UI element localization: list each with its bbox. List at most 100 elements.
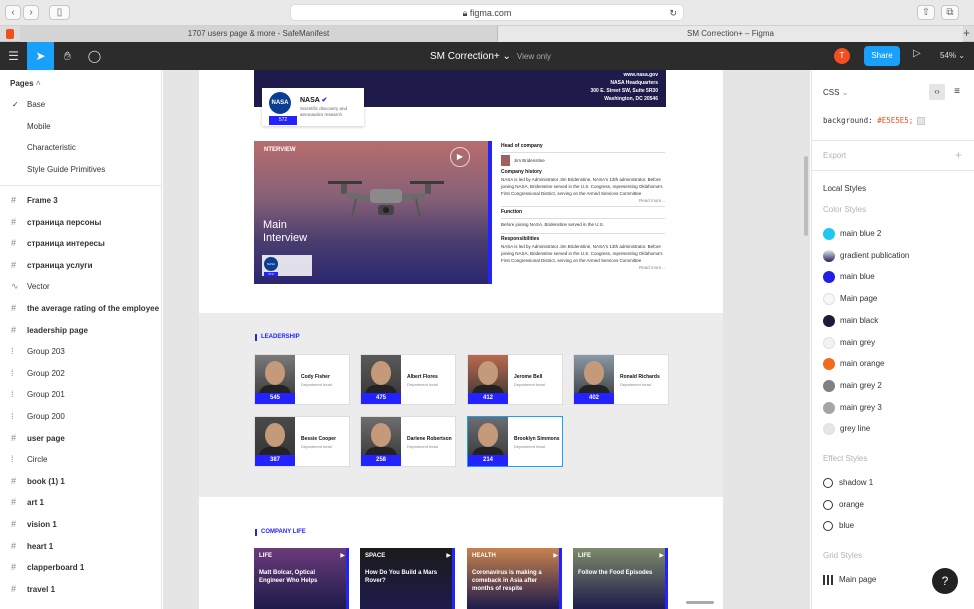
color-style-item[interactable]: main orange <box>823 358 884 371</box>
comment-tool-icon[interactable]: ◯ <box>81 42 108 70</box>
effect-style-item[interactable]: blue <box>823 520 854 532</box>
color-style-item[interactable]: grey line <box>823 423 870 436</box>
read-more-link[interactable]: Read more... <box>501 197 665 204</box>
layer-item[interactable]: # страница персоны <box>0 212 161 234</box>
leader-count: 214 <box>468 455 508 466</box>
forward-icon[interactable]: › <box>23 5 39 20</box>
leadership-label: LEADERSHIP <box>255 334 300 341</box>
color-style-item[interactable]: main grey 3 <box>823 401 882 414</box>
design-frame[interactable]: www.nasa.gov NASA Headquarters 300 E. St… <box>199 70 723 609</box>
accent-stripe <box>559 548 562 609</box>
company-address: www.nasa.gov NASA Headquarters 300 E. St… <box>590 71 658 103</box>
leader-card[interactable]: 475 Albert Flores Department head <box>360 354 456 405</box>
color-style-item[interactable]: main grey <box>823 336 875 349</box>
help-button[interactable]: ? <box>932 568 958 594</box>
leader-card[interactable]: 387 Bessie Cooper Department head <box>254 416 350 467</box>
play-icon[interactable]: ▶ <box>446 552 451 559</box>
hand-tool-icon[interactable]: ✋︎ <box>54 42 81 70</box>
horizontal-scrollbar[interactable] <box>686 601 714 604</box>
add-export-icon[interactable]: + <box>955 148 962 162</box>
life-card[interactable]: SPACE ▶ How Do You Build a Mars Rover? <box>360 548 455 609</box>
page-item-base[interactable]: ✓ Base <box>0 94 161 116</box>
layer-item[interactable]: # art 1 <box>0 492 161 514</box>
layer-item[interactable]: ⁞ Group 202 <box>0 363 161 385</box>
layer-item[interactable]: # heart 1 <box>0 536 161 558</box>
sidebar-icon[interactable]: ▯ <box>49 5 70 20</box>
page-item-style-guide[interactable]: Style Guide Primitives <box>0 159 161 181</box>
layer-item[interactable]: # Frame 3 <box>0 190 161 212</box>
leader-card[interactable]: 402 Ronald Richards Department head <box>573 354 669 405</box>
layer-item[interactable]: # user page <box>0 428 161 450</box>
layer-item[interactable]: ⁞ Group 200 <box>0 406 161 428</box>
play-icon[interactable]: ▶ <box>659 552 664 559</box>
leader-count: 258 <box>361 455 401 466</box>
color-style-item[interactable]: main blue 2 <box>823 228 881 240</box>
color-style-item[interactable]: gradient publication <box>823 249 909 262</box>
present-icon[interactable]: ▷ <box>913 48 921 59</box>
face-shape <box>584 361 604 385</box>
interview-tag: NTERVIEW <box>264 147 296 153</box>
effect-style-item[interactable]: orange <box>823 499 864 511</box>
layer-item[interactable]: # vision 1 <box>0 514 161 536</box>
leader-card[interactable]: 214 Brooklyn Simmons Department head <box>467 416 563 467</box>
canvas[interactable]: www.nasa.gov NASA Headquarters 300 E. St… <box>163 70 810 609</box>
leader-card[interactable]: 412 Jerome Bell Department head <box>467 354 563 405</box>
move-tool-icon[interactable]: ➤ <box>27 42 54 70</box>
back-icon[interactable]: ‹ <box>5 5 21 20</box>
layer-item[interactable]: # book (1) 1 <box>0 471 161 493</box>
leader-card[interactable]: 258 Darlene Robertson Department head <box>360 416 456 467</box>
layer-item[interactable]: ⁞ Circle <box>0 449 161 471</box>
color-style-item[interactable]: main grey 2 <box>823 379 882 392</box>
group-icon: ⁞ <box>11 367 14 378</box>
css-tab[interactable]: CSS ⌄ <box>823 88 848 97</box>
layer-item[interactable]: # the average rating of the employee <box>0 298 161 320</box>
frame-icon: # <box>11 302 17 313</box>
tab-overview-icon[interactable]: ⧉ <box>941 5 959 20</box>
reload-icon[interactable]: ↻ <box>669 5 677 21</box>
pages-header[interactable]: Pages ˄ <box>0 70 161 88</box>
file-title[interactable]: SM Correction+ ⌄ View only <box>430 51 551 62</box>
zoom-level[interactable]: 54% ⌄ <box>940 51 965 60</box>
leader-name: Cody Fisher <box>301 374 330 380</box>
main-menu-icon[interactable]: ☰ <box>0 42 27 70</box>
effect-style-item[interactable]: shadow 1 <box>823 477 873 489</box>
share-sheet-icon[interactable]: ⇧ <box>917 5 935 20</box>
read-more-link[interactable]: Read more... <box>501 264 665 271</box>
new-tab-icon[interactable]: + <box>963 26 970 41</box>
layer-item[interactable]: # страница интересы <box>0 233 161 255</box>
figma-toolbar: ☰ ➤ ✋︎ ◯ SM Correction+ ⌄ View only <box>0 42 974 70</box>
color-style-item[interactable]: main blue <box>823 271 875 284</box>
divider <box>501 152 665 153</box>
vertical-scrollbar[interactable] <box>804 156 808 236</box>
layer-item[interactable]: ⁞ Group 203 <box>0 341 161 363</box>
browser-tab-safemanifest[interactable]: 1707 users page & more - SafeManifest <box>20 26 498 42</box>
layer-item[interactable]: # clapperboard 1 <box>0 557 161 579</box>
play-icon[interactable]: ▶ <box>450 147 470 167</box>
color-style-item[interactable]: Main page <box>823 293 877 306</box>
url-bar[interactable]: 🔒︎ figma.com ↻ <box>290 4 684 21</box>
play-icon[interactable]: ▶ <box>340 552 345 559</box>
browser-tab-figma[interactable]: SM Correction+ – Figma <box>498 26 963 42</box>
layer-item[interactable]: # страница услуги <box>0 255 161 277</box>
layer-item[interactable]: # travel 1 <box>0 579 161 601</box>
grid-style-item[interactable]: Main page <box>823 574 876 586</box>
leader-card[interactable]: 545 Cody Fisher Department head <box>254 354 350 405</box>
frame-icon: # <box>11 518 17 529</box>
layer-item[interactable]: ⁞ Group 201 <box>0 384 161 406</box>
page-item-characteristic[interactable]: Characteristic <box>0 137 161 159</box>
layer-item[interactable]: ∿ Vector <box>0 276 161 298</box>
life-card[interactable]: HEALTH ▶ Coronavirus is making a comeback … <box>467 548 562 609</box>
life-card[interactable]: LIFE ▶ Matt Bolcar, Optical Engineer Who H… <box>254 548 349 609</box>
life-card[interactable]: LIFE ▶ Follow the Food Episodes <box>573 548 668 609</box>
color-style-item[interactable]: main black <box>823 314 878 327</box>
code-view-icon[interactable]: ‹› <box>929 84 945 100</box>
list-view-icon[interactable]: ≡ <box>949 84 965 100</box>
avatar[interactable]: T <box>834 48 850 64</box>
page-item-mobile[interactable]: Mobile <box>0 116 161 138</box>
frame-icon: # <box>11 540 17 551</box>
layer-label: Frame 3 <box>27 196 58 205</box>
share-button[interactable]: Share <box>864 46 900 66</box>
css-property: background: <box>823 116 873 125</box>
play-icon[interactable]: ▶ <box>553 552 558 559</box>
layer-item[interactable]: # leadership page <box>0 320 161 342</box>
